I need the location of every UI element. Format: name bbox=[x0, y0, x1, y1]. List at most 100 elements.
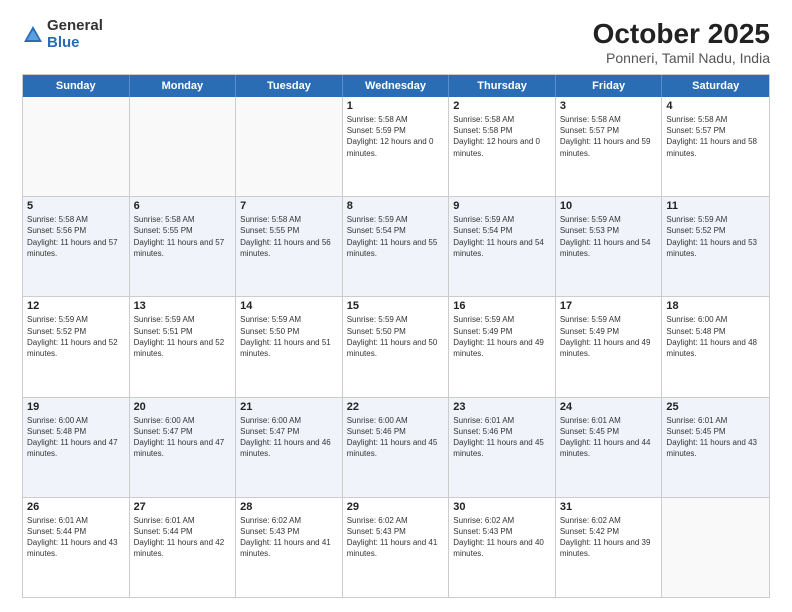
daylight: Daylight: 11 hours and 59 minutes. bbox=[560, 137, 651, 157]
calendar-cell: 2 Sunrise: 5:58 AMSunset: 5:58 PMDaylight… bbox=[449, 97, 556, 196]
day-info: Sunrise: 6:00 AMSunset: 5:48 PMDaylight:… bbox=[27, 415, 125, 460]
sunset: Sunset: 5:55 PM bbox=[134, 226, 193, 235]
day-number: 4 bbox=[666, 100, 765, 112]
calendar-cell: 11Sunrise: 5:59 AMSunset: 5:52 PMDayligh… bbox=[662, 197, 769, 296]
day-info: Sunrise: 6:01 AMSunset: 5:44 PMDaylight:… bbox=[27, 515, 125, 560]
sunset: Sunset: 5:47 PM bbox=[240, 427, 299, 436]
daylight: Daylight: 11 hours and 46 minutes. bbox=[240, 438, 331, 458]
sunrise: Sunrise: 5:58 AM bbox=[134, 215, 195, 224]
sunset: Sunset: 5:49 PM bbox=[453, 327, 512, 336]
sunset: Sunset: 5:56 PM bbox=[27, 226, 86, 235]
sunset: Sunset: 5:50 PM bbox=[240, 327, 299, 336]
calendar-cell: 7Sunrise: 5:58 AMSunset: 5:55 PMDaylight… bbox=[236, 197, 343, 296]
sunset: Sunset: 5:44 PM bbox=[134, 527, 193, 536]
day-info: Sunrise: 5:58 AMSunset: 5:58 PMDaylight:… bbox=[453, 114, 551, 159]
calendar-cell: 4Sunrise: 5:58 AMSunset: 5:57 PMDaylight… bbox=[662, 97, 769, 196]
sunset: Sunset: 5:46 PM bbox=[453, 427, 512, 436]
day-number: 2 bbox=[453, 100, 551, 112]
sunset: Sunset: 5:54 PM bbox=[453, 226, 512, 235]
calendar-row: 12Sunrise: 5:59 AMSunset: 5:52 PMDayligh… bbox=[23, 296, 769, 396]
day-number: 12 bbox=[27, 300, 125, 312]
page-subtitle: Ponneri, Tamil Nadu, India bbox=[593, 50, 770, 66]
sunrise: Sunrise: 6:01 AM bbox=[560, 416, 621, 425]
sunrise: Sunrise: 5:59 AM bbox=[453, 315, 514, 324]
day-info: Sunrise: 5:59 AMSunset: 5:49 PMDaylight:… bbox=[453, 314, 551, 359]
daylight: Daylight: 11 hours and 44 minutes. bbox=[560, 438, 651, 458]
daylight: Daylight: 11 hours and 43 minutes. bbox=[27, 538, 118, 558]
sunrise: Sunrise: 6:01 AM bbox=[453, 416, 514, 425]
calendar-cell: 26Sunrise: 6:01 AMSunset: 5:44 PMDayligh… bbox=[23, 498, 130, 597]
day-info: Sunrise: 5:59 AMSunset: 5:54 PMDaylight:… bbox=[347, 214, 445, 259]
calendar-cell: 28Sunrise: 6:02 AMSunset: 5:43 PMDayligh… bbox=[236, 498, 343, 597]
daylight: Daylight: 11 hours and 52 minutes. bbox=[27, 338, 118, 358]
calendar-cell: 22Sunrise: 6:00 AMSunset: 5:46 PMDayligh… bbox=[343, 398, 450, 497]
day-number: 8 bbox=[347, 200, 445, 212]
calendar-header-cell: Saturday bbox=[662, 75, 769, 97]
logo-blue: Blue bbox=[47, 35, 103, 52]
daylight: Daylight: 12 hours and 0 minutes. bbox=[347, 137, 434, 157]
calendar-header-cell: Friday bbox=[556, 75, 663, 97]
calendar-cell: 14 Sunrise: 5:59 AMSunset: 5:50 PMDayligh… bbox=[236, 297, 343, 396]
calendar-cell: 10 Sunrise: 5:59 AMSunset: 5:53 PMDayligh… bbox=[556, 197, 663, 296]
calendar: SundayMondayTuesdayWednesdayThursdayFrid… bbox=[22, 74, 770, 598]
calendar-cell: 1Sunrise: 5:58 AMSunset: 5:59 PMDaylight… bbox=[343, 97, 450, 196]
day-info: Sunrise: 5:58 AMSunset: 5:57 PMDaylight:… bbox=[560, 114, 658, 159]
sunrise: Sunrise: 6:01 AM bbox=[134, 516, 195, 525]
sunset: Sunset: 5:47 PM bbox=[134, 427, 193, 436]
day-number: 6 bbox=[134, 200, 232, 212]
calendar-row: 26Sunrise: 6:01 AMSunset: 5:44 PMDayligh… bbox=[23, 497, 769, 597]
sunset: Sunset: 5:43 PM bbox=[453, 527, 512, 536]
daylight: Daylight: 11 hours and 45 minutes. bbox=[453, 438, 544, 458]
day-number: 16 bbox=[453, 300, 551, 312]
daylight: Daylight: 11 hours and 55 minutes. bbox=[347, 238, 438, 258]
day-info: Sunrise: 5:59 AMSunset: 5:53 PMDaylight:… bbox=[560, 214, 658, 259]
day-number: 9 bbox=[453, 200, 551, 212]
day-info: Sunrise: 6:02 AMSunset: 5:43 PMDaylight:… bbox=[347, 515, 445, 560]
day-info: Sunrise: 5:58 AMSunset: 5:56 PMDaylight:… bbox=[27, 214, 125, 259]
header: General Blue October 2025 Ponneri, Tamil… bbox=[22, 18, 770, 66]
sunrise: Sunrise: 5:59 AM bbox=[134, 315, 195, 324]
calendar-cell: 24Sunrise: 6:01 AMSunset: 5:45 PMDayligh… bbox=[556, 398, 663, 497]
day-number: 14 bbox=[240, 300, 338, 312]
logo-general: General bbox=[47, 18, 103, 35]
day-number: 23 bbox=[453, 401, 551, 413]
day-info: Sunrise: 6:00 AMSunset: 5:47 PMDaylight:… bbox=[240, 415, 338, 460]
calendar-cell: 20Sunrise: 6:00 AMSunset: 5:47 PMDayligh… bbox=[130, 398, 237, 497]
day-number: 10 bbox=[560, 200, 658, 212]
sunrise: Sunrise: 6:02 AM bbox=[453, 516, 514, 525]
day-info: Sunrise: 5:59 AMSunset: 5:50 PMDaylight:… bbox=[240, 314, 338, 359]
daylight: Daylight: 11 hours and 43 minutes. bbox=[666, 438, 757, 458]
calendar-cell bbox=[662, 498, 769, 597]
calendar-cell bbox=[130, 97, 237, 196]
day-number: 25 bbox=[666, 401, 765, 413]
sunset: Sunset: 5:55 PM bbox=[240, 226, 299, 235]
calendar-cell: 12Sunrise: 5:59 AMSunset: 5:52 PMDayligh… bbox=[23, 297, 130, 396]
day-number: 19 bbox=[27, 401, 125, 413]
sunrise: Sunrise: 6:02 AM bbox=[347, 516, 408, 525]
day-number: 5 bbox=[27, 200, 125, 212]
day-number: 17 bbox=[560, 300, 658, 312]
day-number: 15 bbox=[347, 300, 445, 312]
day-info: Sunrise: 6:02 AMSunset: 5:43 PMDaylight:… bbox=[453, 515, 551, 560]
day-info: Sunrise: 6:01 AMSunset: 5:45 PMDaylight:… bbox=[666, 415, 765, 460]
daylight: Daylight: 11 hours and 54 minutes. bbox=[560, 238, 651, 258]
day-info: Sunrise: 5:59 AMSunset: 5:54 PMDaylight:… bbox=[453, 214, 551, 259]
sunrise: Sunrise: 6:00 AM bbox=[666, 315, 727, 324]
day-info: Sunrise: 6:01 AM Sunset: 5:45 PM Daylight:… bbox=[560, 415, 658, 460]
sunrise: Sunrise: 5:59 AM bbox=[560, 215, 621, 224]
calendar-cell: 8 Sunrise: 5:59 AMSunset: 5:54 PMDaylight… bbox=[343, 197, 450, 296]
sunrise: Sunrise: 5:58 AM bbox=[27, 215, 88, 224]
day-number: 27 bbox=[134, 501, 232, 513]
daylight: Daylight: 11 hours and 54 minutes. bbox=[453, 238, 544, 258]
daylight: Daylight: 11 hours and 56 minutes. bbox=[240, 238, 331, 258]
calendar-row: 5 Sunrise: 5:58 AM Sunset: 5:56 PM Daylight… bbox=[23, 196, 769, 296]
calendar-cell: 17 Sunrise: 5:59 AMSunset: 5:49 PMDayligh… bbox=[556, 297, 663, 396]
sunrise: Sunrise: 5:58 AM bbox=[240, 215, 301, 224]
day-info: Sunrise: 5:59 AMSunset: 5:49 PMDaylight:… bbox=[560, 314, 658, 359]
sunset: Sunset: 5:48 PM bbox=[666, 327, 725, 336]
calendar-cell: 9 Sunrise: 5:59 AMSunset: 5:54 PMDaylight… bbox=[449, 197, 556, 296]
daylight: Daylight: 11 hours and 42 minutes. bbox=[134, 538, 225, 558]
day-info: Sunrise: 5:58 AM Sunset: 5:55 PM Daylight:… bbox=[240, 214, 338, 259]
sunset: Sunset: 5:45 PM bbox=[560, 427, 619, 436]
sunrise: Sunrise: 5:58 AM bbox=[666, 115, 727, 124]
